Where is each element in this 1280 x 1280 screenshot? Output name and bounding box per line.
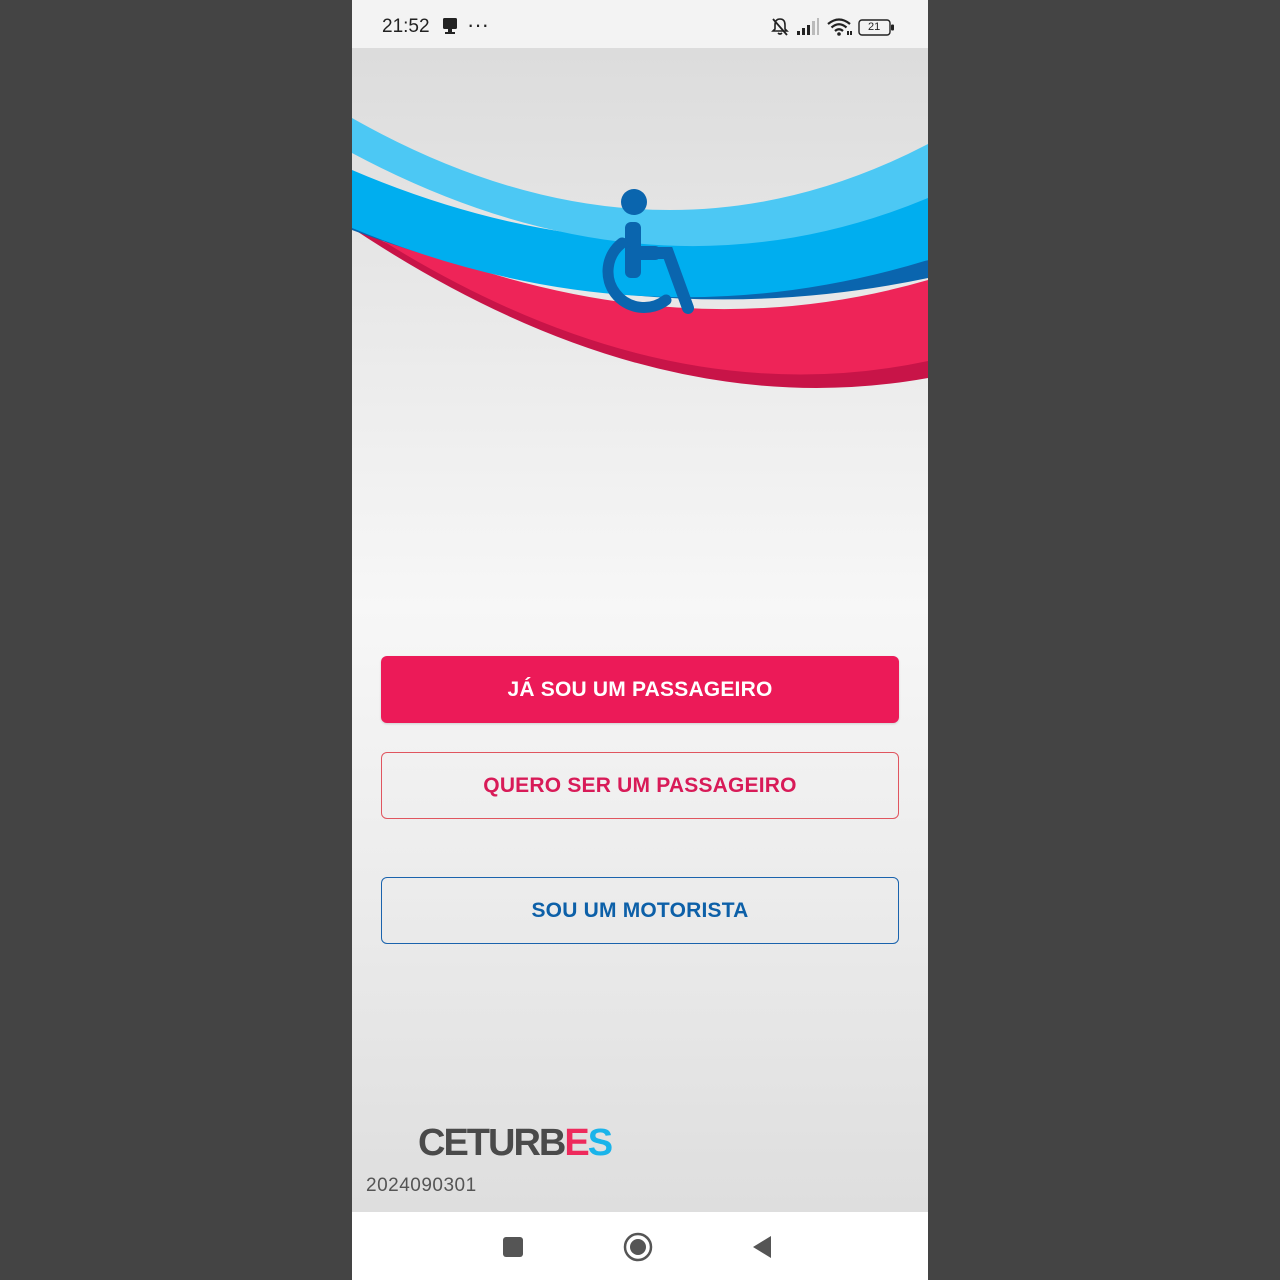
hero-waves bbox=[352, 118, 928, 388]
logo-e: E bbox=[564, 1122, 589, 1164]
logo-s: S bbox=[587, 1122, 613, 1164]
cell-signal-icon bbox=[796, 18, 820, 41]
become-passenger-button[interactable]: QUERO SER UM PASSAGEIRO bbox=[381, 752, 899, 819]
ceturb-es-logo: CETURBES bbox=[418, 1120, 613, 1166]
overflow-dots-icon: ··· bbox=[467, 12, 489, 37]
notification-icon bbox=[441, 17, 459, 40]
navigation-bar bbox=[352, 1212, 928, 1280]
driver-button[interactable]: SOU UM MOTORISTA bbox=[381, 877, 899, 944]
status-bar: 21:52 ··· 21 bbox=[352, 0, 928, 48]
phone-screen: 21:52 ··· 21 JÁ SOU UM PASSAGEIRO QUERO … bbox=[352, 0, 928, 1280]
app-version: 2024090301 bbox=[366, 1175, 477, 1196]
home-circle-icon[interactable] bbox=[623, 1232, 653, 1262]
battery-level: 21 bbox=[868, 21, 881, 33]
wifi-icon bbox=[827, 17, 853, 42]
mute-bell-icon bbox=[770, 17, 790, 42]
already-passenger-button[interactable]: JÁ SOU UM PASSAGEIRO bbox=[381, 656, 899, 723]
welcome-screen: JÁ SOU UM PASSAGEIRO QUERO SER UM PASSAG… bbox=[352, 48, 928, 1212]
logo-ceturb: CETURB bbox=[418, 1122, 566, 1164]
status-time: 21:52 bbox=[382, 16, 430, 37]
back-triangle-icon[interactable] bbox=[748, 1232, 778, 1262]
recents-square-icon[interactable] bbox=[498, 1232, 528, 1262]
